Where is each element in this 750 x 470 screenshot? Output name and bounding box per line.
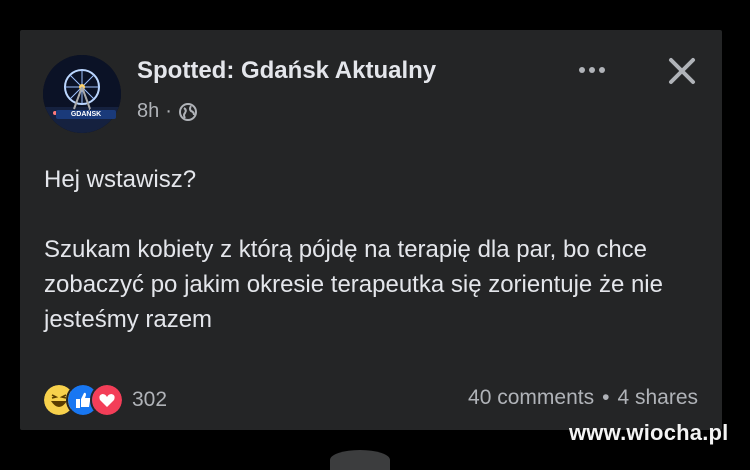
page-avatar[interactable] [43,55,121,133]
globe-icon [178,102,197,121]
more-options-button[interactable] [572,55,612,85]
page-name-link[interactable]: Spotted: Gdańsk Aktualny [137,57,436,85]
ferris-wheel-icon [43,55,121,133]
meta-separator: · [165,100,172,122]
watermark: www.wiocha.pl [569,420,729,445]
post-time[interactable]: 8h [137,100,159,123]
post-stats: 40 comments • 4 shares [468,386,698,410]
comments-count-link[interactable]: 40 comments [468,386,594,410]
cropped-element [330,450,390,470]
avatar-label: GDAŃSK [56,110,116,119]
post-text-paragraph: Szukam kobiety z którą pójdę na terapię … [44,236,663,333]
close-icon [669,58,695,84]
post-text-line: Hej wstawisz? [44,166,197,193]
reactions-summary[interactable]: 302 [42,383,168,417]
more-dots-icon [579,67,605,73]
reaction-count: 302 [132,388,168,411]
stats-separator: • [602,386,610,409]
shares-count-link[interactable]: 4 shares [617,386,698,410]
post-body: Hej wstawisz? Szukam kobiety z którą pój… [44,162,704,337]
close-button[interactable] [661,50,703,92]
post-meta: 8h · [137,100,198,123]
love-icon [90,383,124,417]
